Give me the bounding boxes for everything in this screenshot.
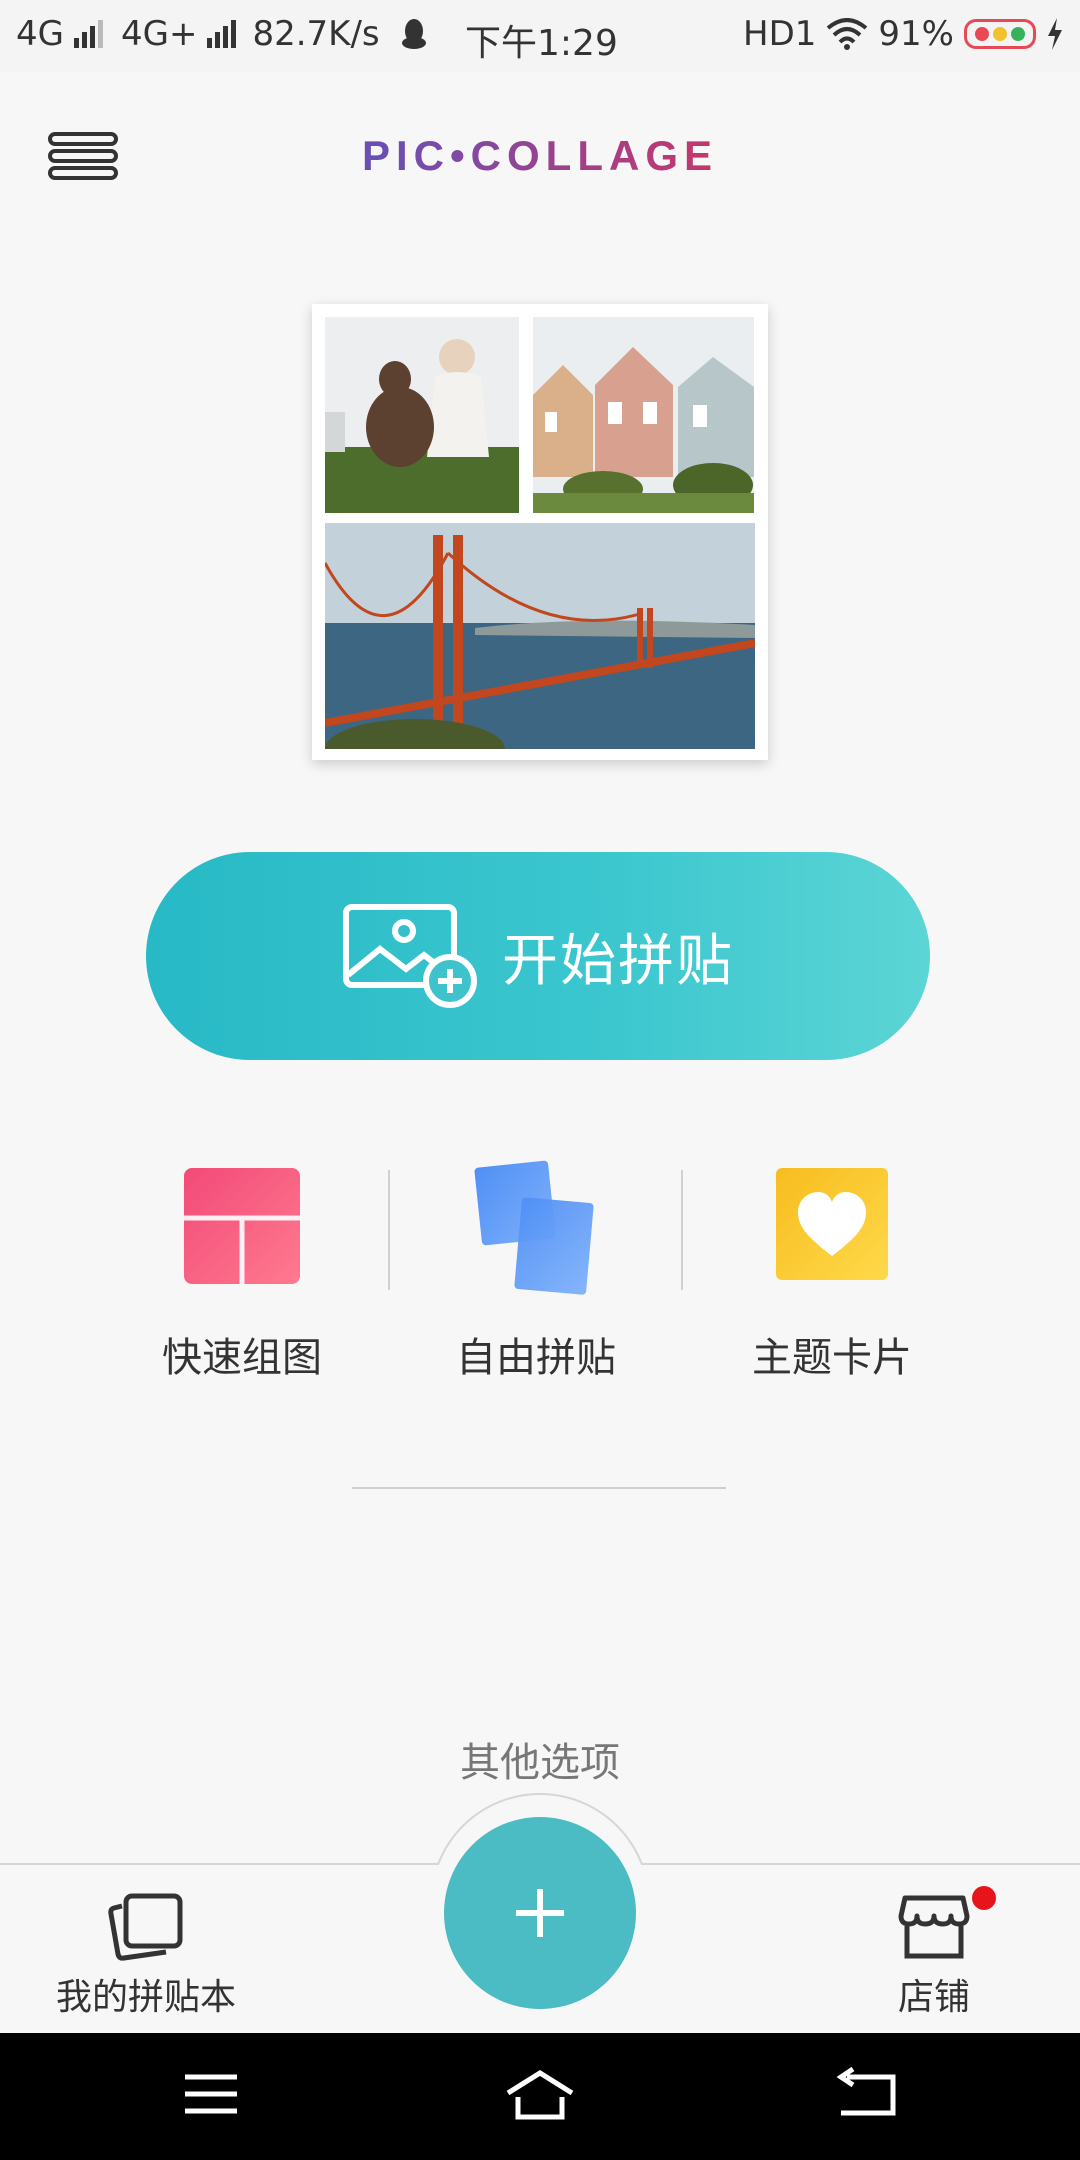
collage-preview: [312, 304, 768, 760]
signal-icon: [73, 20, 103, 48]
quick-grid-label: 快速组图: [162, 1335, 322, 1381]
free-collage-label: 自由拼贴: [456, 1335, 616, 1381]
dog-photo: [325, 317, 519, 513]
battery-icon: [964, 19, 1036, 49]
my-collage-book-label: 我的拼贴本: [55, 1977, 236, 2018]
bridge-photo: [325, 523, 755, 749]
back-nav-icon[interactable]: [827, 2059, 907, 2129]
theme-card-label: 主题卡片: [752, 1335, 912, 1381]
wifi-icon: [827, 18, 868, 50]
stacked-cards-icon-wrap: [386, 1160, 686, 1295]
system-navigation-bar: [0, 2033, 1080, 2160]
battery-percent: 91%: [878, 14, 954, 54]
stacked-cards-icon: [474, 1160, 594, 1295]
theme-card-option[interactable]: 主题卡片: [682, 1160, 982, 1390]
heart-card-icon: [776, 1168, 888, 1280]
status-right: HD1 91%: [743, 14, 1064, 54]
app-header: PIC•COLLAGE: [0, 72, 1080, 242]
free-collage-option[interactable]: 自由拼贴: [386, 1160, 686, 1390]
section-divider: [352, 1487, 726, 1489]
add-photo-icon: [343, 904, 477, 1008]
store-icon: [898, 1895, 970, 1959]
signal-icon: [207, 20, 237, 48]
other-options-label: 其他选项: [460, 1740, 620, 1786]
collage-book-icon: [108, 1893, 183, 1961]
status-left: 4G 4G+ 82.7K/s: [16, 14, 428, 54]
notification-badge: [972, 1886, 996, 1910]
heart-card-icon-wrap: [682, 1160, 982, 1290]
start-collage-button[interactable]: 开始拼贴: [146, 852, 930, 1060]
start-collage-label: 开始拼贴: [502, 928, 734, 994]
status-time: 下午1:29: [465, 23, 618, 64]
my-collage-book-tab[interactable]: 我的拼贴本: [46, 1892, 246, 2020]
app-logo: PIC•COLLAGE: [0, 132, 1080, 180]
grid-layout-icon: [184, 1168, 300, 1284]
network-speed: 82.7K/s: [252, 14, 380, 54]
store-label: 店铺: [897, 1977, 970, 2018]
houses-photo: [533, 317, 754, 513]
plus-icon: [516, 1889, 564, 1937]
add-fab-button[interactable]: [444, 1817, 636, 2009]
qq-penguin-icon: [401, 19, 426, 49]
network-1-label: 4G: [16, 14, 64, 54]
quick-grid-option[interactable]: 快速组图: [92, 1160, 392, 1390]
grid-layout-icon-wrap: [92, 1160, 392, 1290]
store-tab[interactable]: 店铺: [834, 1886, 1034, 2020]
charging-icon: [1048, 18, 1062, 50]
menu-nav-icon[interactable]: [171, 2059, 251, 2129]
status-bar: 4G 4G+ 82.7K/s 下午1:29 HD1 91%: [0, 0, 1080, 72]
hd-label: HD1: [743, 14, 817, 54]
network-2-label: 4G+: [120, 14, 198, 54]
home-nav-icon[interactable]: [500, 2059, 580, 2129]
